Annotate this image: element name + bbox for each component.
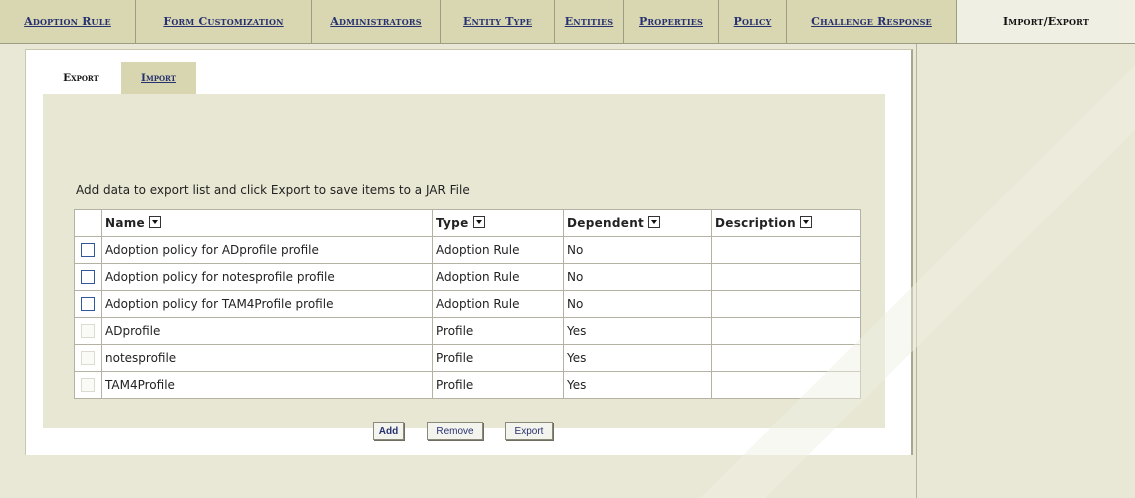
add-button[interactable]: Add (373, 422, 404, 440)
row-checkbox[interactable] (81, 297, 95, 312)
top-navigation: Adoption Rule Form Customization Adminis… (0, 0, 1135, 44)
table-row: ADprofile Profile Yes (74, 317, 861, 345)
row-checkbox-disabled (81, 378, 95, 393)
cell-type: Adoption Rule (432, 290, 564, 318)
row-select-cell (74, 371, 102, 399)
cell-description (711, 317, 861, 345)
row-checkbox[interactable] (81, 270, 95, 285)
cell-description (711, 344, 861, 372)
remove-button[interactable]: Remove (427, 422, 483, 440)
row-checkbox-disabled (81, 324, 95, 339)
row-checkbox[interactable] (81, 243, 95, 258)
cell-name: ADprofile (101, 317, 433, 345)
table-row: Adoption policy for notesprofile profile… (74, 263, 861, 291)
cell-name: Adoption policy for notesprofile profile (101, 263, 433, 291)
cell-type: Profile (432, 371, 564, 399)
tab-import-export[interactable]: Import/Export (957, 0, 1135, 43)
column-header-type[interactable]: Type (432, 209, 564, 237)
table-row: Adoption policy for ADprofile profile Ad… (74, 236, 861, 264)
column-header-name[interactable]: Name (101, 209, 433, 237)
row-select-cell (74, 236, 102, 264)
column-header-label: Name (105, 216, 145, 230)
cell-type: Adoption Rule (432, 263, 564, 291)
column-header-label: Dependent (567, 216, 645, 230)
cell-name: TAM4Profile (101, 371, 433, 399)
cell-dependent: No (563, 236, 712, 264)
tab-challenge-response[interactable]: Challenge Response (787, 0, 957, 43)
cell-dependent: No (563, 290, 712, 318)
sort-menu-icon[interactable] (648, 216, 661, 228)
tab-properties[interactable]: Properties (624, 0, 719, 43)
cell-type: Adoption Rule (432, 236, 564, 264)
tab-form-customization[interactable]: Form Customization (136, 0, 312, 43)
tab-adoption-rule[interactable]: Adoption Rule (0, 0, 136, 43)
cell-description (711, 236, 861, 264)
cell-dependent: Yes (563, 317, 712, 345)
tab-entities[interactable]: Entities (555, 0, 624, 43)
tab-administrators[interactable]: Administrators (312, 0, 441, 43)
cell-name: notesprofile (101, 344, 433, 372)
row-select-cell (74, 290, 102, 318)
table-header-row: Name Type Dependent Description (74, 209, 861, 237)
subtab-export[interactable]: Export (43, 62, 119, 94)
table-row: notesprofile Profile Yes (74, 344, 861, 372)
row-select-cell (74, 317, 102, 345)
table-row: Adoption policy for TAM4Profile profile … (74, 290, 861, 318)
sort-menu-icon[interactable] (799, 216, 812, 228)
column-header-label: Description (715, 216, 796, 230)
subtab-import[interactable]: Import (121, 62, 196, 94)
sort-menu-icon[interactable] (148, 216, 161, 228)
cell-dependent: Yes (563, 371, 712, 399)
cell-type: Profile (432, 344, 564, 372)
cell-name: Adoption policy for ADprofile profile (101, 236, 433, 264)
table-row: TAM4Profile Profile Yes (74, 371, 861, 399)
export-button[interactable]: Export (505, 422, 553, 440)
row-select-cell (74, 344, 102, 372)
row-checkbox-disabled (81, 351, 95, 366)
cell-name: Adoption policy for TAM4Profile profile (101, 290, 433, 318)
select-column-header (74, 209, 102, 237)
column-header-description[interactable]: Description (711, 209, 861, 237)
export-items-table: Name Type Dependent Description Adoption… (74, 209, 861, 399)
cell-description (711, 263, 861, 291)
cell-description (711, 290, 861, 318)
column-header-label: Type (436, 216, 469, 230)
export-instructions: Add data to export list and click Export… (76, 183, 470, 197)
sort-menu-icon[interactable] (472, 216, 485, 228)
column-header-dependent[interactable]: Dependent (563, 209, 712, 237)
row-select-cell (74, 263, 102, 291)
cell-dependent: No (563, 263, 712, 291)
cell-dependent: Yes (563, 344, 712, 372)
tab-policy[interactable]: Policy (719, 0, 787, 43)
tab-entity-type[interactable]: Entity Type (441, 0, 555, 43)
cell-type: Profile (432, 317, 564, 345)
cell-description (711, 371, 861, 399)
